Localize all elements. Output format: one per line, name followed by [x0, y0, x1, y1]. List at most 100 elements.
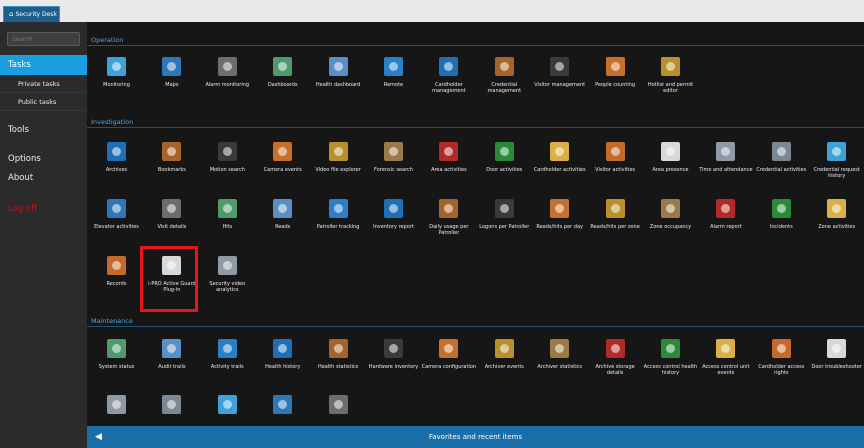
- hits-icon: [217, 199, 237, 218]
- nav-public-tasks[interactable]: Public tasks: [0, 94, 87, 111]
- home-tab-label: Security Desk: [15, 11, 57, 18]
- archive-storage-details-icon: [605, 339, 625, 358]
- tile-label: Archiver statistics: [537, 364, 583, 370]
- audit-trails-icon: [162, 339, 182, 358]
- tile-label: Alarm monitoring: [205, 82, 250, 88]
- hardware-inventory-icon: [384, 339, 403, 358]
- tile-label: Hotlist and permit editor: [647, 82, 694, 94]
- tile-label: Hardware inventory: [368, 364, 419, 370]
- cardholder-access-rights-icon: [771, 339, 791, 358]
- blank-icon: [328, 395, 348, 414]
- home-tab[interactable]: ⌂ Security Desk: [3, 6, 60, 22]
- tile-label: Incidents: [769, 224, 793, 230]
- tile-label: Audit trails: [158, 364, 186, 370]
- tile-label: Remote: [383, 82, 404, 88]
- tile-label: Visit details: [157, 224, 187, 230]
- tile-label: Dashboards: [267, 82, 298, 88]
- inventory-report-icon: [384, 199, 403, 218]
- tile-label: Activity trails: [210, 364, 244, 370]
- tile-label: Visitor management: [534, 82, 586, 88]
- tile-label: Records: [106, 281, 127, 287]
- tile-label: Area presence: [652, 167, 689, 173]
- blank-icon: [273, 395, 293, 414]
- logons-per-patroller-icon: [494, 199, 514, 218]
- nav-tasks[interactable]: Tasks: [0, 55, 95, 75]
- patroller-tracking-icon: [328, 199, 348, 218]
- blank-icon: [217, 395, 237, 414]
- tile-label: Bookmarks: [157, 167, 186, 173]
- tile-label: Cardholder access rights: [758, 364, 805, 376]
- tile-label: Motion search: [209, 167, 245, 173]
- favorites-label: Favorites and recent items: [428, 433, 523, 441]
- home-icon: ⌂: [9, 10, 14, 18]
- tile-label: Maps: [165, 82, 179, 88]
- tile-label: Security video analytics: [209, 281, 246, 293]
- activity-trails-icon: [217, 339, 237, 358]
- search-input[interactable]: [7, 32, 80, 46]
- tile-label: Patroller tracking: [316, 224, 360, 230]
- tile-label: Reads: [275, 224, 291, 230]
- tile-label: Camera configuration: [421, 364, 477, 370]
- tile-label: Archives: [105, 167, 128, 173]
- access-control-health-history-icon: [661, 339, 680, 358]
- tile-label: Zone activities: [818, 224, 856, 230]
- tasks-panel: Operation Investigation Maintenance Moni…: [87, 22, 864, 426]
- blank-icon: [162, 395, 182, 414]
- video-file-explorer-icon: [328, 142, 348, 161]
- tile-label: Door troubleshooter: [811, 364, 862, 370]
- left-arrow-icon[interactable]: ◀: [95, 426, 102, 448]
- remote-icon: [384, 57, 403, 76]
- section-operation: Operation: [87, 35, 864, 46]
- tile-label: System status: [98, 364, 135, 370]
- reads-icon: [273, 199, 293, 218]
- door-activities-icon: [494, 142, 514, 161]
- tile-label: Health statistics: [317, 364, 359, 370]
- alarm-monitoring-icon: [217, 57, 237, 76]
- door-troubleshooter-icon: [827, 339, 847, 358]
- tile-label: Access control health history: [643, 364, 698, 376]
- tile-label: Area activities: [431, 167, 467, 173]
- monitoring-icon: [107, 57, 126, 76]
- alarm-report-icon: [716, 199, 736, 218]
- elevator-activities-icon: [107, 199, 126, 218]
- credential-management-icon: [494, 57, 514, 76]
- bookmarks-icon: [162, 142, 182, 161]
- sidebar: Tasks Private tasks Public tasks Tools O…: [0, 22, 95, 448]
- tile-label: Cardholder management: [432, 82, 466, 94]
- tile-label: People counting: [595, 82, 636, 88]
- cardholder-management-icon: [439, 57, 459, 76]
- area-activities-icon: [439, 142, 459, 161]
- tile-label: Door activities: [486, 167, 523, 173]
- section-investigation: Investigation: [87, 117, 864, 128]
- tile-label: Reads/hits per day: [536, 224, 584, 230]
- forensic-search-icon: [384, 142, 403, 161]
- tile-label: Elevator activities: [94, 224, 139, 230]
- tile-label: Time and attendance: [699, 167, 753, 173]
- nav-log-off[interactable]: Log off: [8, 204, 37, 214]
- people-counting-icon: [605, 57, 625, 76]
- health-dashboard-icon: [328, 57, 348, 76]
- maps-icon: [162, 57, 182, 76]
- nav-tools[interactable]: Tools: [8, 125, 29, 135]
- reads-hits-per-zone-icon: [605, 199, 625, 218]
- nav-about[interactable]: About: [8, 173, 33, 183]
- tile-label: Logons per Patroller: [479, 224, 530, 230]
- reads-hits-per-day-icon: [550, 199, 570, 218]
- nav-private-tasks[interactable]: Private tasks: [0, 76, 87, 93]
- tile-label: Inventory report: [373, 224, 414, 230]
- tile-label: Credential activities: [756, 167, 807, 173]
- archiver-events-icon: [494, 339, 514, 358]
- credential-activities-icon: [771, 142, 791, 161]
- tile-label: Camera events: [263, 167, 302, 173]
- credential-request-history-icon: [827, 142, 847, 161]
- archives-icon: [107, 142, 126, 161]
- cardholder-activities-icon: [550, 142, 570, 161]
- tile-label: Credential management: [487, 82, 522, 94]
- blank-icon: [107, 395, 126, 414]
- favorites-bar[interactable]: ◀ Favorites and recent items: [87, 426, 864, 448]
- nav-options[interactable]: Options: [8, 154, 41, 164]
- tile-label: Health dashboard: [315, 82, 361, 88]
- tile-label: Video file explorer: [315, 167, 361, 173]
- zone-activities-icon: [827, 199, 847, 218]
- top-bar: ⌂ Security Desk: [0, 0, 864, 22]
